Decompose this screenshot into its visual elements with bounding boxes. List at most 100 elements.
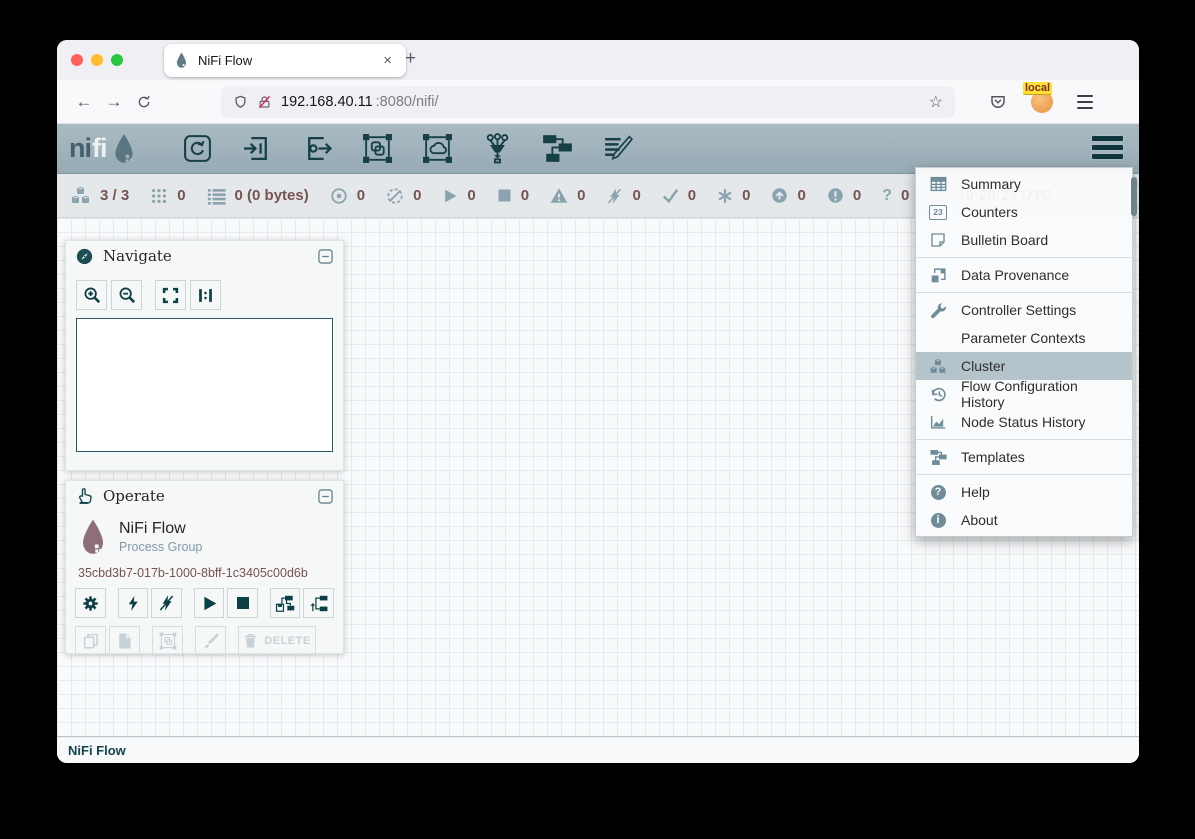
browser-menu-icon[interactable] xyxy=(1077,95,1093,109)
modified-stale-exclamation-icon xyxy=(827,187,844,204)
cluster-count: 3 / 3 xyxy=(100,187,129,204)
compass-icon xyxy=(76,248,93,265)
drag-processor-icon[interactable] xyxy=(182,133,213,164)
url-bar[interactable]: 192.168.40.11:8080/nifi/ ☆ xyxy=(221,86,955,118)
shield-icon[interactable] xyxy=(233,94,248,110)
status-not-transmitting: 0 xyxy=(386,187,421,205)
area-chart-icon xyxy=(928,414,948,430)
color-button[interactable] xyxy=(195,626,226,656)
transmitting-icon xyxy=(330,187,348,205)
up-to-date-check-icon xyxy=(662,188,679,203)
disabled-bolt-slash-icon xyxy=(606,187,623,205)
menu-item-help[interactable]: ? Help xyxy=(916,478,1132,506)
nifi-logo-ni: ni xyxy=(69,133,91,164)
configure-button[interactable] xyxy=(75,588,106,618)
new-tab-button[interactable]: + xyxy=(397,48,424,70)
disabled-count: 0 xyxy=(632,187,640,204)
profile-avatar[interactable]: local xyxy=(1031,91,1053,113)
insecure-lock-icon[interactable] xyxy=(257,94,272,110)
info-circle-icon: i xyxy=(928,513,948,528)
menu-item-label: Bulletin Board xyxy=(961,232,1048,248)
menu-item-flow-configuration-history[interactable]: Flow Configuration History xyxy=(916,380,1132,408)
menu-item-label: Counters xyxy=(961,204,1018,220)
operate-flow-type: Process Group xyxy=(119,540,202,554)
process-group-drop-icon xyxy=(78,518,108,556)
paste-button[interactable] xyxy=(109,626,140,656)
drag-funnel-icon[interactable] xyxy=(482,133,513,164)
bookmark-star-icon[interactable]: ☆ xyxy=(929,92,943,112)
operate-panel: Operate NiFi Flow Process Group 35cbd3b7… xyxy=(65,480,344,654)
enable-button[interactable] xyxy=(118,588,149,618)
drag-output-port-icon[interactable] xyxy=(302,133,333,164)
close-window-button[interactable] xyxy=(71,54,83,66)
menu-item-label: Parameter Contexts xyxy=(961,330,1086,346)
reload-button[interactable] xyxy=(129,87,159,117)
operate-flow-name: NiFi Flow xyxy=(119,520,202,538)
forward-button[interactable]: → xyxy=(99,87,129,117)
drag-template-icon[interactable] xyxy=(542,133,573,164)
pocket-icon[interactable] xyxy=(989,93,1007,111)
menu-item-data-provenance[interactable]: Data Provenance xyxy=(916,261,1132,289)
global-menu: Summary 23 Counters Bulletin Board Data … xyxy=(915,167,1133,537)
menu-item-label: Data Provenance xyxy=(961,267,1069,283)
menu-item-bulletin-board[interactable]: Bulletin Board xyxy=(916,226,1132,254)
save-template-button[interactable] xyxy=(270,588,301,618)
cluster-cubes-icon xyxy=(928,358,948,375)
global-menu-button[interactable] xyxy=(1092,136,1123,159)
group-button[interactable] xyxy=(152,626,183,656)
minimize-window-button[interactable] xyxy=(91,54,103,66)
help-glyph: ? xyxy=(935,486,942,498)
upload-template-button[interactable] xyxy=(303,588,334,618)
page-scrollbar-thumb[interactable] xyxy=(1131,177,1137,216)
menu-item-summary[interactable]: Summary xyxy=(916,170,1132,198)
status-up-to-date: 0 xyxy=(662,187,696,204)
disable-button[interactable] xyxy=(151,588,182,618)
status-sync-failure: ? 0 xyxy=(882,187,909,205)
breadcrumb-bar: NiFi Flow xyxy=(57,736,1139,763)
zoom-in-button[interactable] xyxy=(76,280,107,310)
menu-item-controller-settings[interactable]: Controller Settings xyxy=(916,296,1132,324)
menu-item-label: Node Status History xyxy=(961,414,1086,430)
drag-label-icon[interactable] xyxy=(602,133,633,164)
menu-item-label: Templates xyxy=(961,449,1025,465)
wrench-icon xyxy=(928,302,948,319)
stop-button[interactable] xyxy=(227,588,258,618)
navigate-collapse-button[interactable] xyxy=(318,249,333,264)
start-button[interactable] xyxy=(194,588,225,618)
operate-collapse-button[interactable] xyxy=(318,489,333,504)
counters-icon-text: 23 xyxy=(933,207,942,217)
delete-label: DELETE xyxy=(264,635,310,647)
profile-badge: local xyxy=(1023,82,1052,95)
zoom-fit-button[interactable] xyxy=(155,280,186,310)
birdseye-minimap[interactable] xyxy=(76,318,333,452)
tab-close-button[interactable]: × xyxy=(379,52,396,69)
operate-flow-id: 35cbd3b7-017b-1000-8bff-1c3405c00d6b xyxy=(66,556,343,580)
menu-item-counters[interactable]: 23 Counters xyxy=(916,198,1132,226)
menu-divider xyxy=(916,257,1132,258)
provenance-icon xyxy=(928,267,948,284)
active-threads-icon xyxy=(150,187,168,205)
drag-remote-process-group-icon[interactable] xyxy=(422,133,453,164)
zoom-out-button[interactable] xyxy=(111,280,142,310)
drag-input-port-icon[interactable] xyxy=(242,133,273,164)
delete-button[interactable]: DELETE xyxy=(238,626,316,656)
zoom-actual-size-button[interactable] xyxy=(190,280,221,310)
menu-item-node-status-history[interactable]: Node Status History xyxy=(916,408,1132,436)
zoom-window-button[interactable] xyxy=(111,54,123,66)
drag-process-group-icon[interactable] xyxy=(362,133,393,164)
summary-table-icon xyxy=(928,176,948,192)
invalid-count: 0 xyxy=(577,187,585,204)
back-button[interactable]: ← xyxy=(69,87,99,117)
menu-item-about[interactable]: i About xyxy=(916,506,1132,534)
nifi-logo: nifi xyxy=(69,133,138,165)
menu-item-parameter-contexts[interactable]: Parameter Contexts xyxy=(916,324,1132,352)
stale-up-arrow-icon xyxy=(771,187,788,204)
menu-item-templates[interactable]: Templates xyxy=(916,443,1132,471)
not-transmitting-icon xyxy=(386,187,404,205)
copy-button[interactable] xyxy=(75,626,106,656)
menu-item-cluster[interactable]: Cluster xyxy=(916,352,1132,380)
breadcrumb[interactable]: NiFi Flow xyxy=(68,743,126,758)
browser-nav-bar: ← → 192.168.40.11:8080/nifi/ ☆ local xyxy=(57,80,1139,124)
browser-tab[interactable]: NiFi Flow × xyxy=(164,44,406,77)
operate-title: Operate xyxy=(103,487,165,505)
